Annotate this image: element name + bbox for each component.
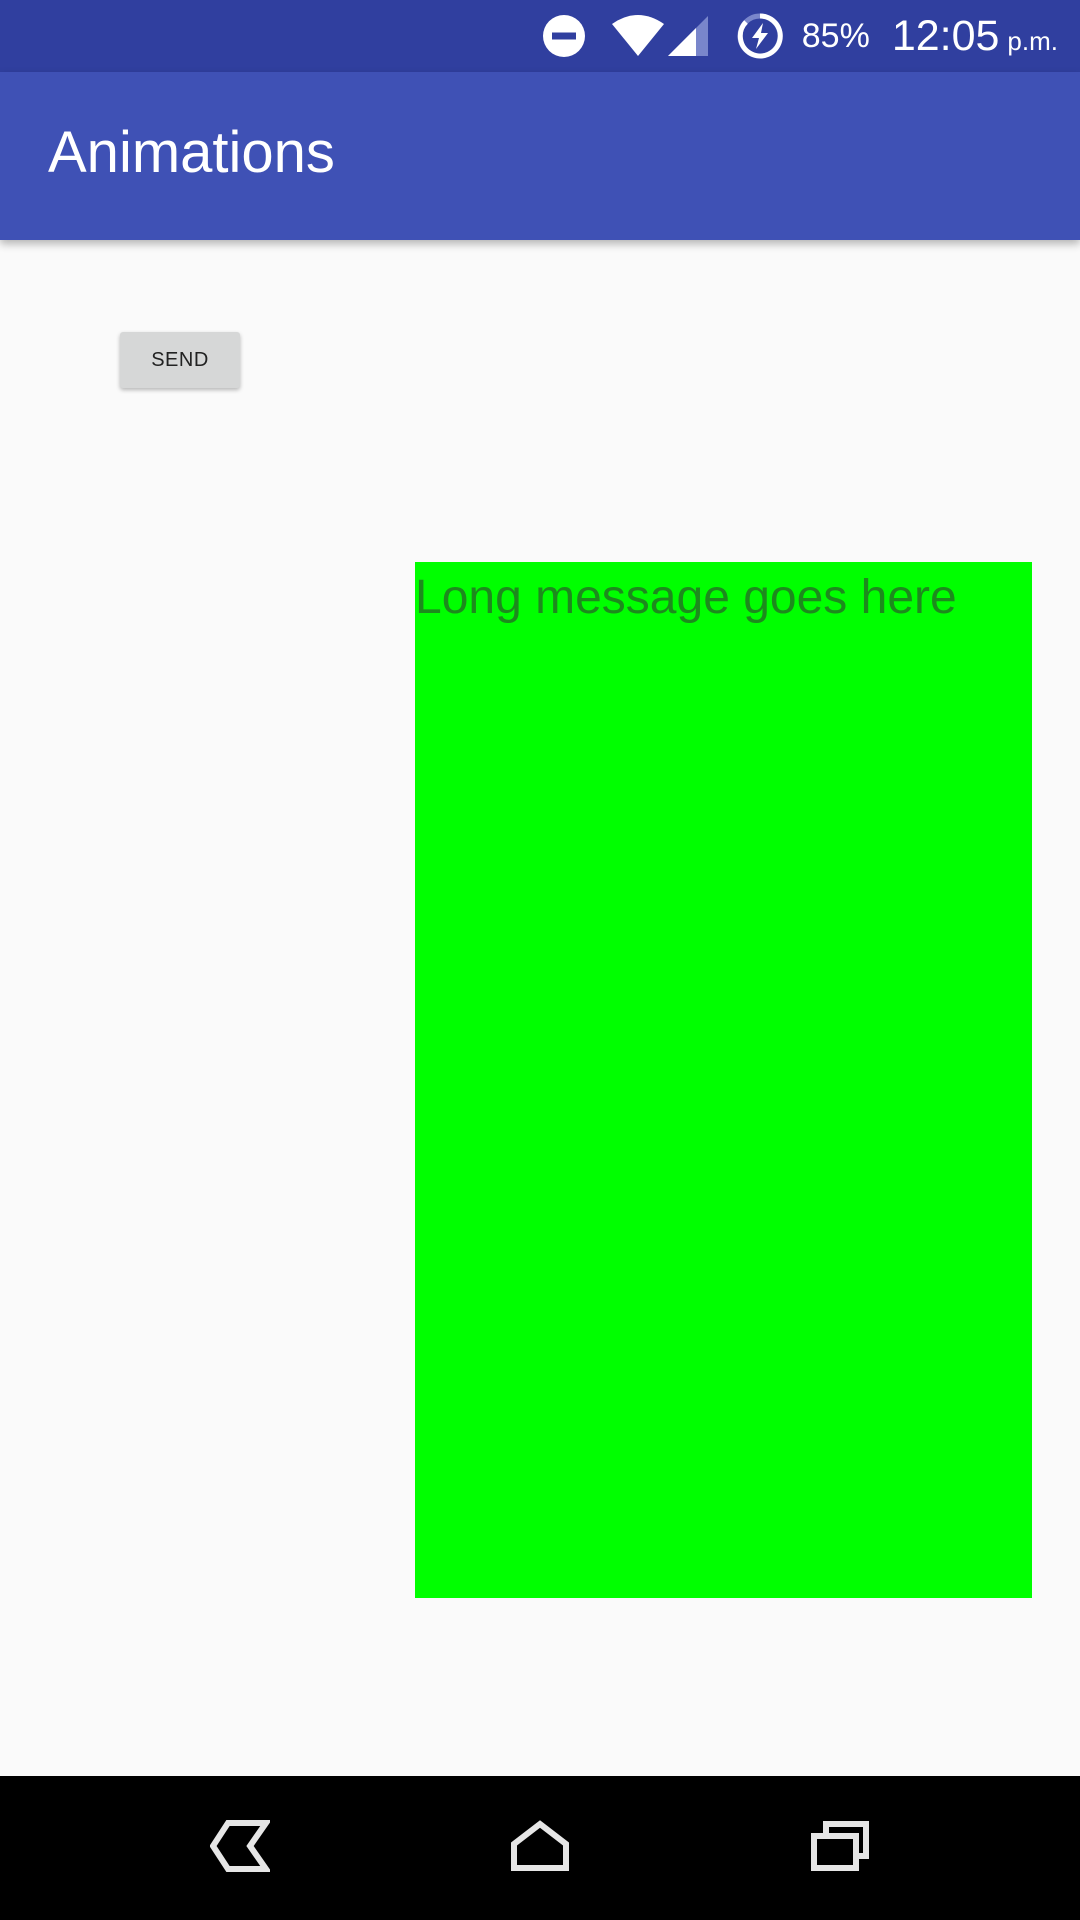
page-title: Animations <box>48 120 335 185</box>
recents-icon <box>810 1820 870 1877</box>
navigation-bar <box>0 1776 1080 1920</box>
battery-percent: 85% <box>801 16 870 55</box>
home-icon <box>510 1819 570 1877</box>
message-text: Long message goes here <box>415 571 957 624</box>
recents-button[interactable] <box>770 1776 910 1920</box>
status-bar: 85% 12:05 p.m. <box>0 0 1080 72</box>
clock-ampm: p.m. <box>1007 25 1058 56</box>
clock-time: 12:05 <box>891 11 1000 60</box>
back-button[interactable] <box>170 1776 310 1920</box>
do-not-disturb-icon <box>542 14 586 58</box>
send-button[interactable]: SEND <box>120 332 240 388</box>
cell-signal-icon <box>666 14 710 58</box>
home-button[interactable] <box>470 1776 610 1920</box>
back-icon <box>209 1819 272 1877</box>
screen: 85% 12:05 p.m. Animations SEND Long mess… <box>0 0 1080 1920</box>
app-bar: Animations <box>0 72 1080 240</box>
status-icons: 85% 12:05 p.m. <box>542 0 1058 72</box>
wifi-icon <box>610 14 666 58</box>
message-box: Long message goes here <box>415 562 1032 1598</box>
battery-charging-icon <box>736 12 784 60</box>
